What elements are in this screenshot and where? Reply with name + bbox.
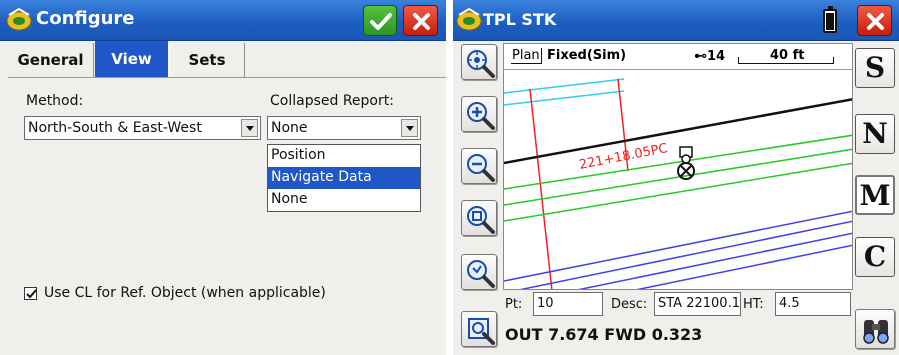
option-none[interactable]: None [268,189,420,211]
collapsed-report-select[interactable]: None [267,116,421,140]
map-header: Plan Fixed(Sim) ⊷14 40 ft [504,44,852,70]
green-line-1 [504,134,852,190]
offset-readout: OUT 7.674 FWD 0.323 [505,325,703,344]
chevron-down-icon[interactable] [241,119,258,137]
satellite-icon: ⊷ [694,49,707,64]
satellite-count-value: 14 [707,49,726,64]
zoom-previous-button[interactable] [461,254,497,290]
description-label: Desc: [611,297,648,312]
checkmark-icon [370,13,392,30]
use-cl-label: Use CL for Ref. Object (when applicable) [44,285,326,301]
scale-label: 40 ft [770,48,805,63]
map-button[interactable]: M [855,175,895,215]
compute-button[interactable]: C [855,237,895,277]
zoom-window-button[interactable] [461,200,497,236]
collapsed-report-value: None [271,120,308,136]
map-settings-button[interactable] [461,311,497,347]
zoom-out-button[interactable] [461,148,497,184]
app-logo-icon [456,7,482,31]
map-view[interactable]: Plan Fixed(Sim) ⊷14 40 ft 221+18.05PC [503,43,853,290]
red-line-1 [529,88,553,289]
target-point-icon [677,146,695,180]
zoom-previous-icon [467,260,495,288]
stakeout-window: TPL STK Plan Fixed(Sim) ⊷14 40 ft 221+18… [453,0,899,355]
close-icon [867,13,884,30]
view-mode-toggle[interactable]: Plan [511,48,542,64]
tab-divider [8,77,446,78]
zoom-extents-button[interactable] [461,44,497,80]
stakeout-titlebar: TPL STK [453,0,899,41]
method-select[interactable]: North-South & East-West [24,116,261,140]
battery-icon [823,6,837,33]
window-title: TPL STK [483,10,557,29]
stake-button[interactable]: S [855,48,895,88]
fix-status: Fixed(Sim) [547,48,627,63]
description-input[interactable]: STA 22100.1 [654,292,741,316]
collapsed-report-dropdown: Position Navigate Data None [267,144,421,212]
use-cl-checkbox[interactable] [24,287,37,300]
configure-titlebar: Configure [0,0,446,41]
option-position[interactable]: Position [268,145,420,167]
black-line [504,98,852,165]
height-label: HT: [743,297,764,312]
zoom-in-button[interactable] [461,96,497,132]
point-input[interactable]: 10 [533,292,603,316]
satellite-count: ⊷14 [694,49,725,64]
window-title: Configure [36,8,135,29]
next-button[interactable]: N [855,114,895,154]
close-button[interactable] [857,5,892,36]
map-canvas: 221+18.05PC [504,78,852,289]
tab-sets[interactable]: Sets [169,43,245,77]
method-value: North-South & East-West [28,120,202,136]
zoom-in-icon [467,102,495,130]
app-logo-icon [6,7,32,31]
configure-window: Configure General View Sets Method: Nort… [0,0,446,355]
collapsed-report-label: Collapsed Report: [270,93,394,109]
zoom-window-icon [467,206,495,234]
chevron-down-icon[interactable] [401,119,418,137]
height-input[interactable]: 4.5 [775,292,851,316]
close-button[interactable] [403,5,438,36]
cyan-line-1 [504,78,625,94]
checkmark-icon [26,289,37,299]
map-settings-icon [468,318,495,345]
ok-button[interactable] [363,5,397,36]
option-navigate-data[interactable]: Navigate Data [268,167,420,189]
tab-general[interactable]: General [8,43,94,77]
point-label: Pt: [505,297,523,312]
blue-line-4 [636,244,852,289]
tab-view[interactable]: View [95,41,168,77]
blue-line-1 [504,210,852,282]
point-fields: Pt: 10 Desc: STA 22100.1 HT: 4.5 [503,290,853,320]
method-label: Method: [26,93,84,109]
binoculars-button[interactable] [855,309,895,349]
binoculars-icon [863,320,889,344]
green-line-2 [504,148,852,206]
zoom-extents-icon [467,50,495,78]
close-icon [413,13,430,30]
cyan-line-2 [504,90,625,106]
zoom-out-icon [467,154,495,182]
